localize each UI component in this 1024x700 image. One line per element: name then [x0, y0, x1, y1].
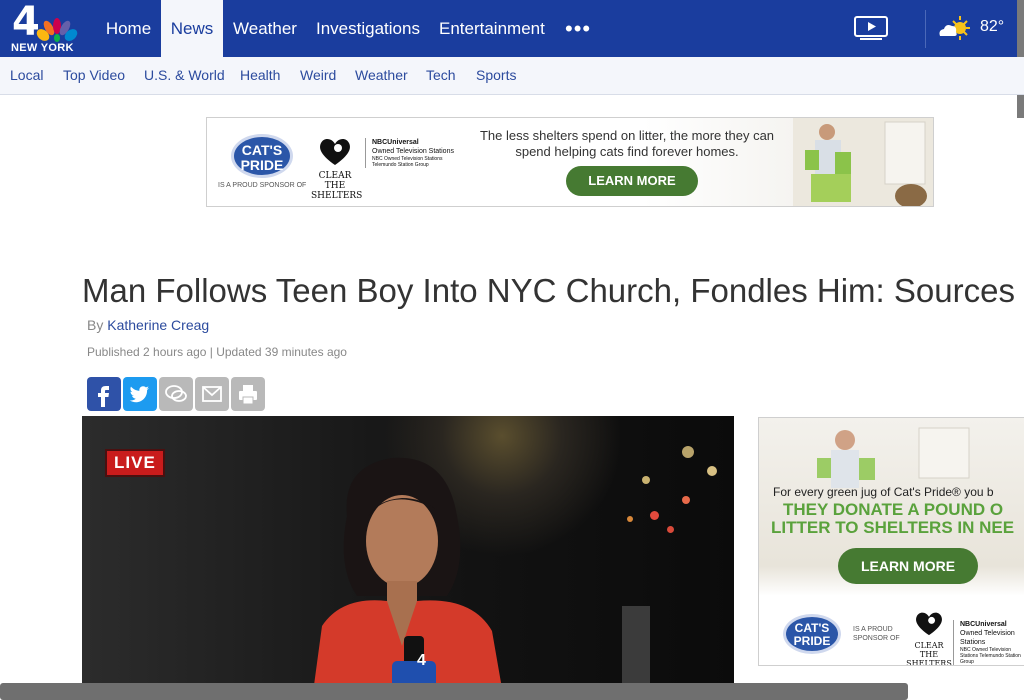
side-ad-headline-line2: LITTER TO SHELTERS IN NEE: [771, 518, 1015, 537]
side-cats-pride-logo: CAT'S PRIDE: [783, 614, 841, 654]
learn-more-button[interactable]: LEARN MORE: [566, 166, 698, 196]
facebook-icon: [98, 386, 109, 407]
bg-light: [682, 496, 690, 504]
twitter-share-button[interactable]: [123, 377, 157, 411]
nbcu-logo: NBCUniversal Owned Television Stations N…: [365, 138, 462, 168]
ad-banner[interactable]: CAT'S PRIDE IS A PROUD SPONSOR OF CLEAR …: [206, 117, 934, 207]
facebook-share-button[interactable]: [87, 377, 121, 411]
heart-cat-icon: [320, 138, 350, 165]
side-ad-line1: For every green jug of Cat's Pride® you …: [773, 485, 994, 499]
side-nbcu-logo: NBCUniversal Owned Television Stations N…: [953, 620, 1024, 665]
side-learn-more-button[interactable]: LEARN MORE: [838, 548, 978, 584]
side-cts-text: CLEAR THE SHELTERS: [906, 641, 952, 666]
nbcu-subtitle: Owned Television Stations: [372, 148, 454, 155]
subnav-weather[interactable]: Weather: [355, 57, 408, 94]
side-heart-cat-icon: [916, 612, 942, 636]
partly-sunny-icon[interactable]: [936, 14, 974, 42]
bg-light: [707, 466, 717, 476]
sponsor-text: IS A PROUD SPONSOR OF: [218, 182, 307, 189]
top-nav: 4 NEW YORK Home News Weather Investigati…: [0, 0, 1024, 57]
nav-home[interactable]: Home: [96, 0, 161, 57]
subnav-health[interactable]: Health: [240, 57, 280, 94]
side-sponsor-text: IS A PROUD SPONSOR OF: [853, 626, 900, 642]
bg-light: [650, 511, 659, 520]
side-ad[interactable]: For every green jug of Cat's Pride® you …: [758, 417, 1024, 666]
logo-city: NEW YORK: [11, 42, 74, 54]
sub-nav: Local Top Video U.S. & World Health Weir…: [0, 57, 1024, 95]
print-share-button[interactable]: [231, 377, 265, 411]
side-ad-headline: THEY DONATE A POUND O LITTER TO SHELTERS…: [771, 501, 1014, 537]
email-icon: [202, 386, 222, 402]
cats-pride-logo: CAT'S PRIDE: [231, 134, 293, 178]
ad-photo: [793, 118, 933, 206]
email-share-button[interactable]: [195, 377, 229, 411]
clear-the-shelters-logo: CLEAR THE SHELTERS: [311, 136, 363, 201]
byline-prefix: By: [87, 317, 104, 333]
bg-light: [667, 526, 674, 533]
side-nbcu-tiny: NBC Owned Television Stations Telemundo …: [960, 647, 1021, 665]
video-player[interactable]: LIVE 4: [82, 416, 734, 700]
bg-light: [642, 476, 650, 484]
video-player-icon[interactable]: [854, 16, 888, 40]
nbcu-title: NBCUniversal: [372, 139, 419, 146]
twitter-icon: [129, 386, 149, 403]
subnav-us-world[interactable]: U.S. & World: [144, 57, 225, 94]
side-ad-photo: [817, 427, 970, 488]
side-ad-headline-line1: THEY DONATE A POUND O: [783, 500, 1004, 519]
author-link[interactable]: Katherine Creag: [107, 317, 209, 333]
byline: By Katherine Creag: [87, 317, 209, 333]
comment-icon: [165, 385, 187, 402]
comment-share-button[interactable]: [159, 377, 193, 411]
horizontal-scrollbar[interactable]: [0, 683, 908, 700]
temperature-readout[interactable]: 82°: [980, 18, 1004, 36]
side-nbcu-title: NBCUniversal: [960, 621, 1007, 628]
mic-flag-number: 4: [417, 652, 426, 669]
bg-light: [682, 446, 694, 458]
cts-text: CLEAR THE SHELTERS: [311, 171, 363, 201]
subnav-top-video[interactable]: Top Video: [63, 57, 125, 94]
nbc4-new-york-logo[interactable]: 4 NEW YORK: [10, 2, 80, 54]
nav-news[interactable]: News: [161, 0, 223, 57]
live-badge: LIVE: [107, 451, 163, 475]
nav-entertainment[interactable]: Entertainment: [439, 0, 545, 57]
peacock-icon: [36, 18, 78, 42]
publish-info: Published 2 hours ago | Updated 39 minut…: [87, 345, 347, 359]
article-headline: Man Follows Teen Boy Into NYC Church, Fo…: [82, 272, 1015, 310]
side-clear-the-shelters-logo: CLEAR THE SHELTERS: [905, 610, 953, 666]
nav-investigations[interactable]: Investigations: [316, 0, 420, 57]
ad-message: The less shelters spend on litter, the m…: [479, 128, 775, 159]
side-nbcu-subtitle: Owned Television Stations: [960, 630, 1015, 646]
nav-weather[interactable]: Weather: [233, 0, 297, 57]
bg-light: [627, 516, 633, 522]
nav-divider: [925, 10, 926, 48]
subnav-weird[interactable]: Weird: [300, 57, 336, 94]
subnav-tech[interactable]: Tech: [426, 57, 456, 94]
more-menu-icon[interactable]: •••: [565, 18, 591, 40]
subnav-local[interactable]: Local: [10, 57, 43, 94]
nbcu-tiny: NBC Owned Television Stations Telemundo …: [372, 156, 443, 168]
subnav-sports[interactable]: Sports: [476, 57, 516, 94]
print-icon: [239, 385, 257, 405]
